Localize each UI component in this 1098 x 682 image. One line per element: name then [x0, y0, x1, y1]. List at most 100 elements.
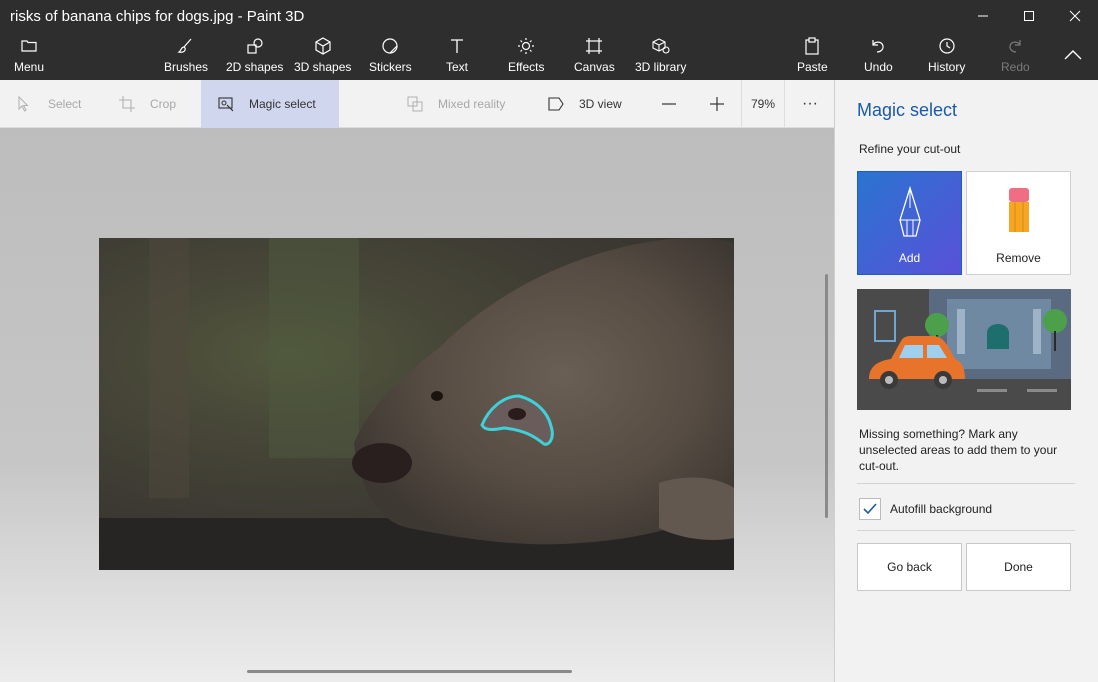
- eraser-icon: [1008, 188, 1029, 232]
- brush-icon: [177, 38, 192, 53]
- 3d-shapes-icon: [315, 37, 331, 55]
- canvas-icon: [586, 38, 603, 54]
- panel-subtitle: Refine your cut-out: [859, 142, 961, 156]
- stickers-icon: [382, 38, 398, 54]
- ribbon-text[interactable]: Text: [446, 36, 468, 74]
- autofill-label: Autofill background: [890, 502, 993, 516]
- horizontal-scrollbar[interactable]: [247, 670, 572, 673]
- photo-canvas[interactable]: [99, 238, 734, 570]
- history-icon: [939, 38, 955, 54]
- ribbon-3d-library[interactable]: 3D library: [635, 36, 686, 74]
- ribbon-label: Effects: [508, 60, 545, 74]
- window-controls: [960, 0, 1098, 32]
- ribbon-canvas[interactable]: Canvas: [574, 36, 615, 74]
- divider: [857, 530, 1075, 531]
- ribbon-2d-shapes[interactable]: 2D shapes: [226, 36, 283, 74]
- car-illustration: [857, 289, 1071, 410]
- ribbon-label: Paste: [797, 60, 828, 74]
- folder-icon: [21, 40, 37, 52]
- collapse-ribbon-button[interactable]: [1062, 48, 1084, 67]
- ribbon-label: Redo: [1001, 60, 1030, 74]
- menu-label: Menu: [14, 60, 45, 74]
- ribbon-stickers[interactable]: Stickers: [369, 36, 412, 74]
- select-label: Select: [48, 97, 82, 111]
- mixed-reality-label: Mixed reality: [438, 97, 506, 111]
- ribbon-label: Canvas: [574, 60, 615, 74]
- zoom-in-button[interactable]: [708, 80, 740, 128]
- close-button[interactable]: [1052, 0, 1098, 32]
- zoom-level[interactable]: 79%: [741, 80, 785, 128]
- select-tool[interactable]: Select: [16, 80, 81, 128]
- ribbon-label: History: [928, 60, 966, 74]
- crop-tool[interactable]: Crop: [118, 80, 176, 128]
- 2d-shapes-icon: [247, 38, 263, 54]
- close-icon: [1069, 10, 1081, 22]
- remove-button[interactable]: Remove: [966, 171, 1071, 275]
- ribbon-label: Text: [446, 60, 469, 74]
- dog-photo: [99, 238, 734, 570]
- 3d-view-toggle[interactable]: 3D view: [547, 80, 622, 128]
- more-icon: ···: [802, 95, 818, 112]
- ribbon-label: Stickers: [369, 60, 412, 74]
- vertical-scrollbar[interactable]: [825, 274, 828, 518]
- 3d-view-icon: [548, 97, 564, 111]
- pen-icon: [898, 186, 921, 237]
- mixed-reality-tool[interactable]: Mixed reality: [406, 80, 505, 128]
- magic-select-panel: Magic select Refine your cut-out Add Rem…: [834, 80, 1098, 682]
- magic-select-icon: [218, 97, 234, 112]
- window-title: risks of banana chips for dogs.jpg - Pai…: [10, 8, 305, 25]
- panel-description: Missing something? Mark any unselected a…: [859, 427, 1058, 473]
- chevron-up-icon: [1064, 50, 1082, 60]
- secondary-toolbar: Select Crop Magic select Mixed reality 3…: [0, 80, 834, 128]
- text-icon: [451, 39, 463, 53]
- minus-icon: [662, 103, 676, 105]
- checkmark-icon: [863, 503, 877, 515]
- go-back-label: Go back: [887, 560, 932, 574]
- done-button[interactable]: Done: [966, 543, 1071, 591]
- zoom-value: 79%: [750, 97, 776, 111]
- ribbon-label: Undo: [864, 60, 893, 74]
- paste-icon: [805, 37, 819, 55]
- minimize-icon: [978, 15, 988, 17]
- autofill-background-option[interactable]: Autofill background: [859, 498, 992, 520]
- add-label: Add: [898, 251, 921, 265]
- crop-label: Crop: [150, 97, 177, 111]
- done-label: Done: [1004, 560, 1033, 574]
- magic-select-tool[interactable]: Magic select: [201, 80, 339, 128]
- effects-icon: [518, 38, 535, 54]
- divider: [857, 483, 1075, 484]
- cursor-icon: [18, 95, 29, 112]
- zoom-out-button[interactable]: [660, 80, 692, 128]
- ribbon-effects[interactable]: Effects: [508, 36, 544, 74]
- redo-icon: [1009, 40, 1021, 53]
- canvas-area[interactable]: [0, 128, 834, 682]
- ribbon-paste[interactable]: Paste: [797, 36, 828, 74]
- maximize-button[interactable]: [1006, 0, 1052, 32]
- ribbon-label: 2D shapes: [226, 60, 284, 74]
- menu-button[interactable]: Menu: [14, 36, 44, 74]
- minimize-button[interactable]: [960, 0, 1006, 32]
- add-button[interactable]: Add: [857, 171, 962, 275]
- ribbon-history[interactable]: History: [928, 36, 965, 74]
- ribbon-3d-shapes[interactable]: 3D shapes: [294, 36, 351, 74]
- preview-illustration: [857, 289, 1071, 410]
- maximize-icon: [1024, 11, 1034, 21]
- ribbon-brushes[interactable]: Brushes: [164, 36, 208, 74]
- mixed-reality-icon: [407, 96, 423, 112]
- magic-select-label: Magic select: [249, 97, 316, 111]
- title-ribbon-bar: risks of banana chips for dogs.jpg - Pai…: [0, 0, 1098, 80]
- ribbon-label: 3D library: [635, 60, 687, 74]
- more-options-button[interactable]: ···: [802, 80, 818, 128]
- ribbon-label: Brushes: [164, 60, 209, 74]
- 3d-view-label: 3D view: [579, 97, 622, 111]
- panel-title: Magic select: [857, 100, 958, 120]
- plus-icon: [710, 97, 724, 111]
- ribbon-undo[interactable]: Undo: [864, 36, 893, 74]
- undo-icon: [872, 40, 884, 53]
- ribbon-redo[interactable]: Redo: [1001, 36, 1030, 74]
- autofill-checkbox[interactable]: [859, 498, 881, 520]
- go-back-button[interactable]: Go back: [857, 543, 962, 591]
- ribbon-label: 3D shapes: [294, 60, 352, 74]
- crop-icon: [119, 96, 135, 112]
- remove-label: Remove: [996, 251, 1041, 265]
